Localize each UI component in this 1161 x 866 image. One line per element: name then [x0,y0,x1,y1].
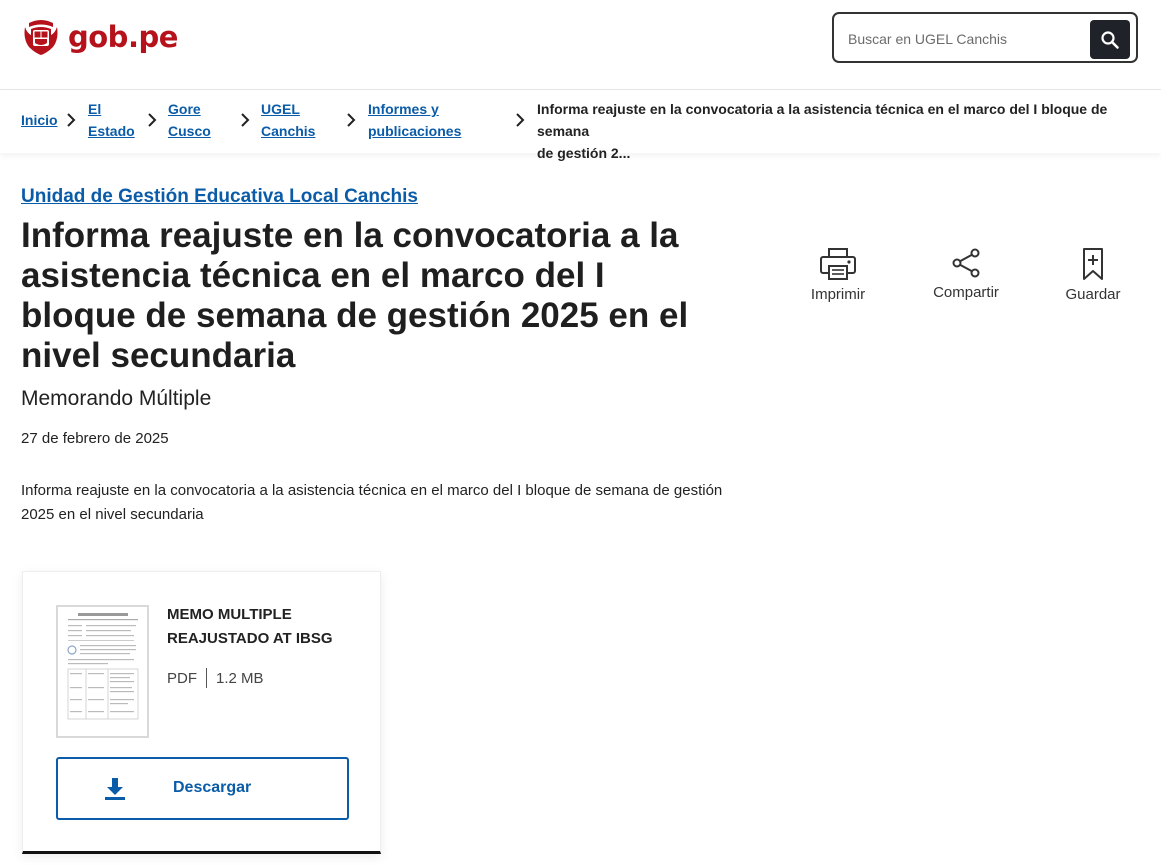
breadcrumb-label: El [88,101,102,117]
publish-date: 27 de febrero de 2025 [21,430,169,447]
save-button[interactable]: Guardar [1057,246,1129,303]
chevron-right-icon [67,113,76,127]
document-thumbnail[interactable] [56,605,149,738]
document-card: MEMO MULTIPLE REAJUSTADO AT IBSG PDF 1.2… [22,571,381,854]
breadcrumb-current: Informa reajuste en la convocatoria a la… [537,98,1137,164]
pdf-page-preview-icon [67,613,139,720]
share-button[interactable]: Compartir [925,246,1007,301]
breadcrumb-label: Canchis [261,123,316,139]
save-label: Guardar [1065,286,1121,303]
breadcrumb-label: Informes y [368,101,439,117]
chevron-right-icon [347,113,356,127]
share-label: Compartir [933,284,999,301]
breadcrumb-current-line2: de gestión 2... [537,145,631,161]
share-icon [952,248,980,278]
page-title: Informa reajuste en la convocatoria a la… [21,216,689,375]
download-button[interactable]: Descargar [56,757,349,820]
article-summary: Informa reajuste en la convocatoria a la… [21,482,723,523]
breadcrumb-informes[interactable]: Informes y publicaciones [368,98,461,142]
document-file-type: PDF [167,669,197,687]
search-input[interactable] [846,26,1090,52]
breadcrumb-inicio[interactable]: Inicio [21,109,58,131]
agency-link[interactable]: Unidad de Gestión Educativa Local Canchi… [21,186,418,208]
breadcrumb-label: UGEL [261,101,300,117]
breadcrumb: Inicio El Estado Gore Cusco UGEL Canchis… [0,90,1161,161]
breadcrumb-ugel-canchis[interactable]: UGEL Canchis [261,98,315,142]
bookmark-add-icon [1083,248,1103,280]
search-box [832,12,1138,63]
search-icon [1101,30,1119,49]
chevron-right-icon [148,113,157,127]
breadcrumb-el-estado[interactable]: El Estado [88,98,135,142]
document-type: Memorando Múltiple [21,387,212,410]
breadcrumb-current-line1: Informa reajuste en la convocatoria a la… [537,101,1108,139]
search-button[interactable] [1090,20,1130,59]
gob-pe-logo[interactable]: gob.pe [21,17,178,57]
print-label: Imprimir [810,286,866,303]
brand-name: gob.pe [68,20,178,54]
download-label: Descargar [173,779,252,796]
chevron-right-icon [516,113,525,127]
document-meta: PDF 1.2 MB [167,668,264,688]
document-file-size: 1.2 MB [216,669,264,687]
breadcrumb-label: Cusco [168,123,211,139]
site-header: gob.pe [0,0,1161,90]
breadcrumb-label: Inicio [21,112,58,128]
chevron-right-icon [241,113,250,127]
breadcrumb-label: Estado [88,123,135,139]
breadcrumb-label: publicaciones [368,123,462,139]
printer-icon [820,248,856,280]
document-title: MEMO MULTIPLE REAJUSTADO AT IBSG [167,606,333,647]
breadcrumb-label: Gore [168,101,201,117]
breadcrumb-gore-cusco[interactable]: Gore Cusco [168,98,211,142]
meta-divider [206,668,207,688]
peru-coat-of-arms-icon [24,20,58,55]
download-icon [105,778,125,800]
print-button[interactable]: Imprimir [797,246,879,303]
